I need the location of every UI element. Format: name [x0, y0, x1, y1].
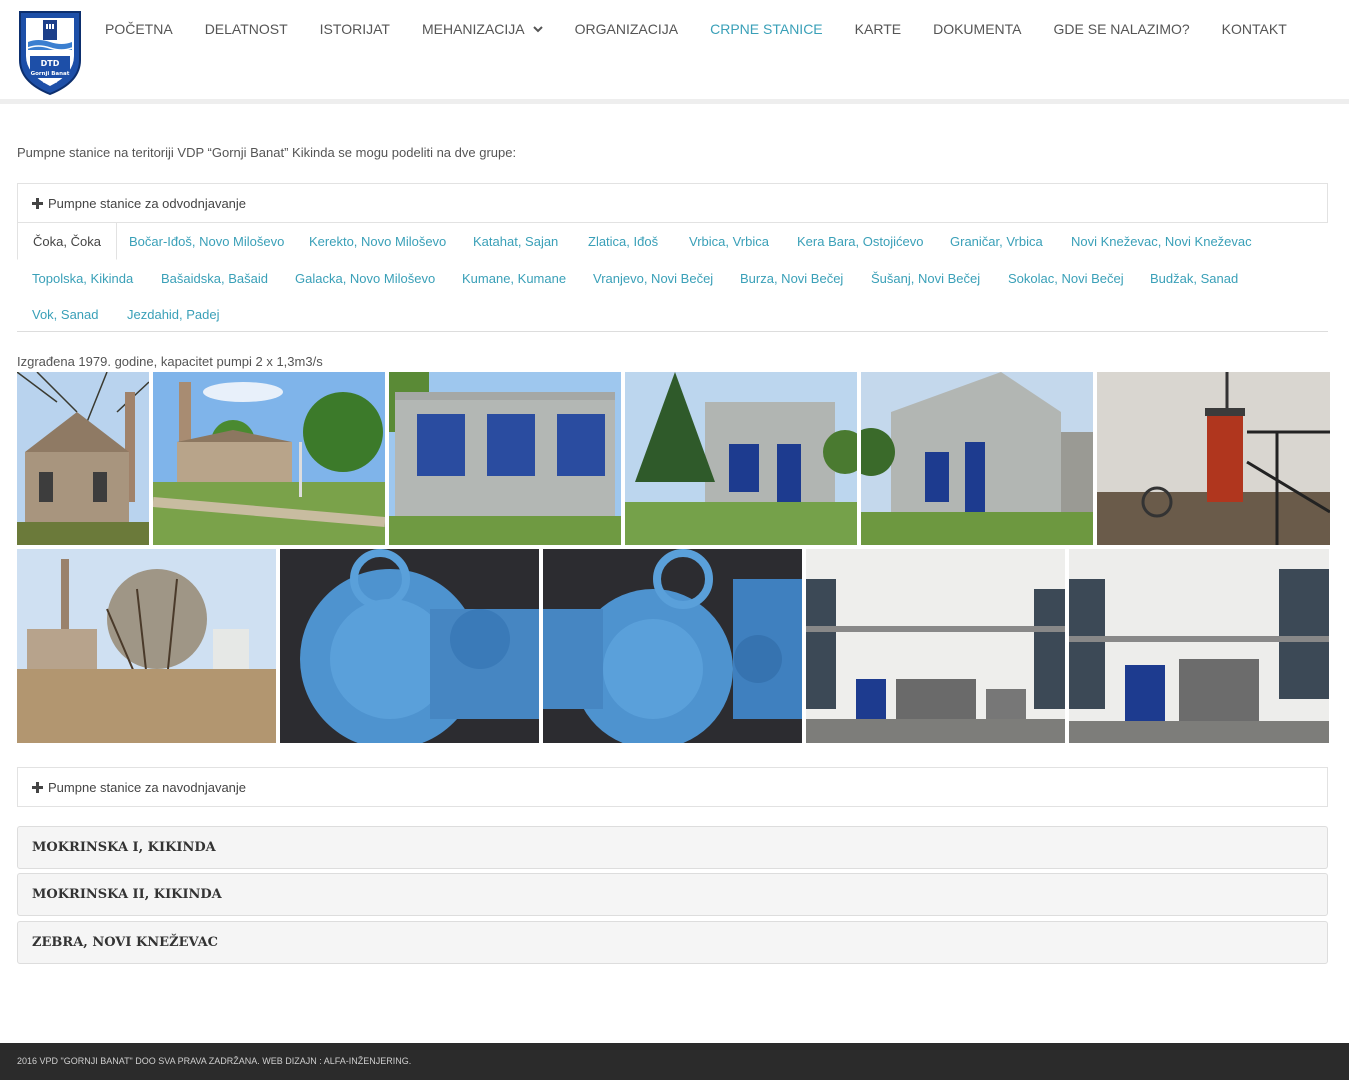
station-tab-3[interactable]: Katahat, Sajan — [458, 223, 573, 260]
station-tab-19[interactable]: Jezdahid, Padej — [112, 296, 235, 333]
photo-old-brick-building[interactable] — [17, 372, 149, 545]
intro-text: Pumpne stanice na teritoriji VDP “Gornji… — [17, 145, 517, 160]
nav-item-label: ORGANIZACIJA — [574, 21, 679, 37]
site-header: DTD Gornji Banat KIKINDA POČETNA DELATNOS… — [0, 0, 1349, 104]
svg-text:DTD: DTD — [41, 59, 60, 68]
station-tab-17[interactable]: Budžak, Sanad — [1135, 260, 1253, 297]
photo-building-chimney[interactable] — [153, 372, 385, 545]
station-tab-13[interactable]: Vranjevo, Novi Bečej — [578, 260, 728, 297]
plus-icon — [32, 197, 43, 209]
irrigation-station-1[interactable]: MOKRINSKA II, KIKINDA — [17, 873, 1328, 916]
site-footer: 2016 VPD "GORNJI BANAT" DOO SVA PRAVA ZA… — [0, 1043, 1349, 1080]
photo-station-side[interactable] — [861, 372, 1093, 545]
nav-item-label: DELATNOST — [204, 21, 288, 37]
station-tab-2[interactable]: Kerekto, Novo Miloševo — [294, 223, 461, 260]
nav-item-label: KONTAKT — [1221, 21, 1287, 37]
nav-item-label: CRPNE STANICE — [710, 21, 823, 37]
station-tab-6[interactable]: Kera Bara, Ostojićevo — [782, 223, 938, 260]
svg-text:KIKINDA: KIKINDA — [43, 80, 58, 84]
photo-blue-valve-1[interactable] — [280, 549, 539, 743]
nav-item-5[interactable]: CRPNE STANICE — [694, 18, 839, 40]
nav-item-7[interactable]: DOKUMENTA — [917, 18, 1037, 40]
station-tab-11[interactable]: Galacka, Novo Miloševo — [280, 260, 450, 297]
station-tab-1[interactable]: Bočar-Iđoš, Novo Miloševo — [114, 223, 299, 260]
gallery-row-2 — [17, 549, 1329, 743]
gallery-row-1 — [17, 372, 1330, 545]
nav-item-4[interactable]: ORGANIZACIJA — [559, 18, 694, 40]
nav-item-0[interactable]: POČETNA — [89, 18, 189, 40]
station-tabs: Čoka, Čoka Bočar-Iđoš, Novo Miloševo Kerek… — [17, 223, 1328, 332]
nav-item-label: GDE SE NALAZIMO? — [1053, 21, 1190, 37]
drainage-panel-toggle[interactable]: Pumpne stanice za odvodnjavanje — [17, 183, 1328, 223]
station-tab-15[interactable]: Šušanj, Novi Bečej — [856, 260, 995, 297]
photo-hall-interior-2[interactable] — [1069, 549, 1329, 743]
nav-item-label: ISTORIJAT — [319, 21, 390, 37]
nav-item-1[interactable]: DELATNOST — [189, 18, 304, 40]
plus-icon — [32, 781, 43, 793]
drainage-panel-title: Pumpne stanice za odvodnjavanje — [48, 195, 247, 211]
photo-station-with-tree[interactable] — [625, 372, 857, 545]
photo-hall-interior-1[interactable] — [806, 549, 1065, 743]
nav-item-label: MEHANIZACIJA — [421, 21, 525, 37]
station-tab-7[interactable]: Graničar, Vrbica — [935, 223, 1058, 260]
chevron-down-icon — [532, 26, 543, 33]
logo-icon[interactable]: DTD Gornji Banat KIKINDA — [16, 8, 84, 96]
station-caption: Izgrađena 1979. godine, kapacitet pumpi … — [17, 354, 323, 369]
photo-site-overview[interactable] — [17, 549, 276, 743]
nav-item-label: DOKUMENTA — [933, 21, 1022, 37]
nav-item-3[interactable]: MEHANIZACIJA — [406, 18, 559, 40]
irrigation-panel-toggle[interactable]: Pumpne stanice za navodnjavanje — [17, 767, 1328, 807]
svg-text:Gornji Banat: Gornji Banat — [31, 71, 70, 77]
irrigation-station-2[interactable]: ZEBRA, NOVI KNEŽEVAC — [17, 921, 1328, 964]
station-tab-14[interactable]: Burza, Novi Bečej — [725, 260, 858, 297]
photo-blue-valve-2[interactable] — [543, 549, 802, 743]
station-tab-9[interactable]: Topolska, Kikinda — [17, 260, 148, 297]
station-tab-0[interactable]: Čoka, Čoka — [17, 223, 117, 260]
main-navigation: POČETNA DELATNOST ISTORIJAT MEHANIZACIJA ORG… — [89, 18, 1303, 40]
nav-item-2[interactable]: ISTORIJAT — [304, 18, 406, 40]
station-tab-16[interactable]: Sokolac, Novi Bečej — [993, 260, 1139, 297]
irrigation-panel-title: Pumpne stanice za navodnjavanje — [48, 779, 247, 795]
nav-item-6[interactable]: KARTE — [839, 18, 917, 40]
photo-station-front[interactable] — [389, 372, 621, 545]
station-tab-4[interactable]: Zlatica, Iđoš — [573, 223, 673, 260]
nav-item-label: KARTE — [854, 21, 902, 37]
nav-item-8[interactable]: GDE SE NALAZIMO? — [1038, 18, 1206, 40]
nav-item-9[interactable]: KONTAKT — [1206, 18, 1303, 40]
station-tab-10[interactable]: Bašaidska, Bašaid — [146, 260, 283, 297]
station-tab-5[interactable]: Vrbica, Vrbica — [674, 223, 784, 260]
irrigation-station-0[interactable]: MOKRINSKA I, KIKINDA — [17, 826, 1328, 869]
nav-item-label: POČETNA — [105, 21, 173, 37]
station-tab-18[interactable]: Vok, Sanad — [17, 296, 114, 333]
station-tab-12[interactable]: Kumane, Kumane — [447, 260, 581, 297]
station-tab-8[interactable]: Novi Kneževac, Novi Kneževac — [1056, 223, 1267, 260]
photo-pump-interior[interactable] — [1097, 372, 1330, 545]
